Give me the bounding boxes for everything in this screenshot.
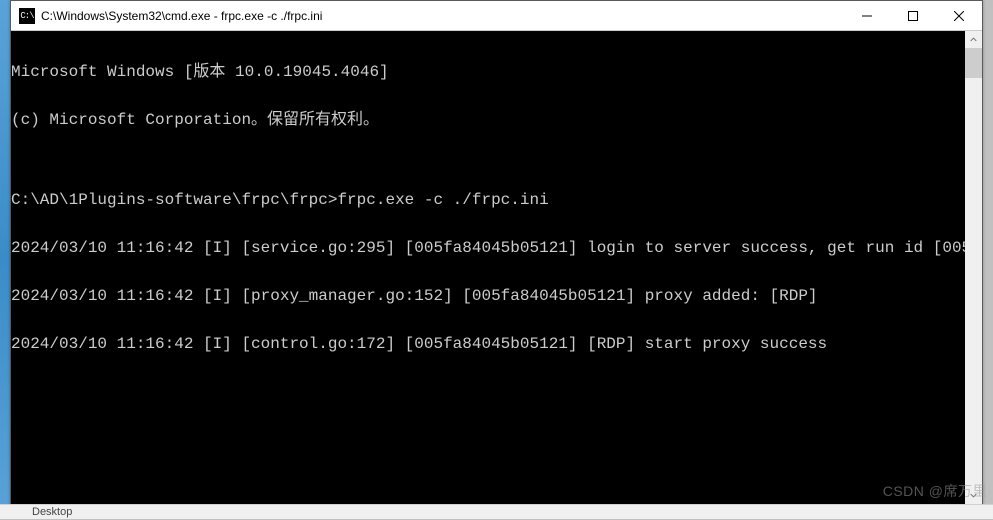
console-line: 2024/03/10 11:16:42 [I] [control.go:172]… <box>11 336 964 352</box>
minimize-icon <box>862 11 872 21</box>
window-controls <box>844 1 982 30</box>
maximize-button[interactable] <box>890 1 936 30</box>
cmd-icon: C:\ <box>19 8 35 24</box>
console-line: Microsoft Windows [版本 10.0.19045.4046] <box>11 64 964 80</box>
window-title: C:\Windows\System32\cmd.exe - frpc.exe -… <box>41 9 844 23</box>
minimize-button[interactable] <box>844 1 890 30</box>
desktop-background-strip <box>0 0 10 519</box>
console-content: Microsoft Windows [版本 10.0.19045.4046] (… <box>11 31 964 504</box>
chevron-up-icon <box>970 36 977 43</box>
maximize-icon <box>908 11 918 21</box>
console-line: C:\AD\1Plugins-software\frpc\frpc>frpc.e… <box>11 192 964 208</box>
watermark: CSDN @席万里 <box>883 481 987 501</box>
close-button[interactable] <box>936 1 982 30</box>
cmd-window: C:\ C:\Windows\System32\cmd.exe - frpc.e… <box>10 0 983 505</box>
scroll-thumb[interactable] <box>965 48 982 78</box>
titlebar[interactable]: C:\ C:\Windows\System32\cmd.exe - frpc.e… <box>11 1 982 31</box>
close-icon <box>954 11 964 21</box>
scroll-track[interactable] <box>965 48 982 487</box>
taskbar[interactable]: Desktop <box>0 504 993 519</box>
console-body[interactable]: Microsoft Windows [版本 10.0.19045.4046] (… <box>11 31 982 504</box>
vertical-scrollbar[interactable] <box>965 31 982 504</box>
taskbar-desktop-label: Desktop <box>32 506 72 518</box>
console-line: 2024/03/10 11:16:42 [I] [service.go:295]… <box>11 240 964 256</box>
console-line: (c) Microsoft Corporation。保留所有权利。 <box>11 112 964 128</box>
scroll-up-button[interactable] <box>965 31 982 48</box>
console-line: 2024/03/10 11:16:42 [I] [proxy_manager.g… <box>11 288 964 304</box>
